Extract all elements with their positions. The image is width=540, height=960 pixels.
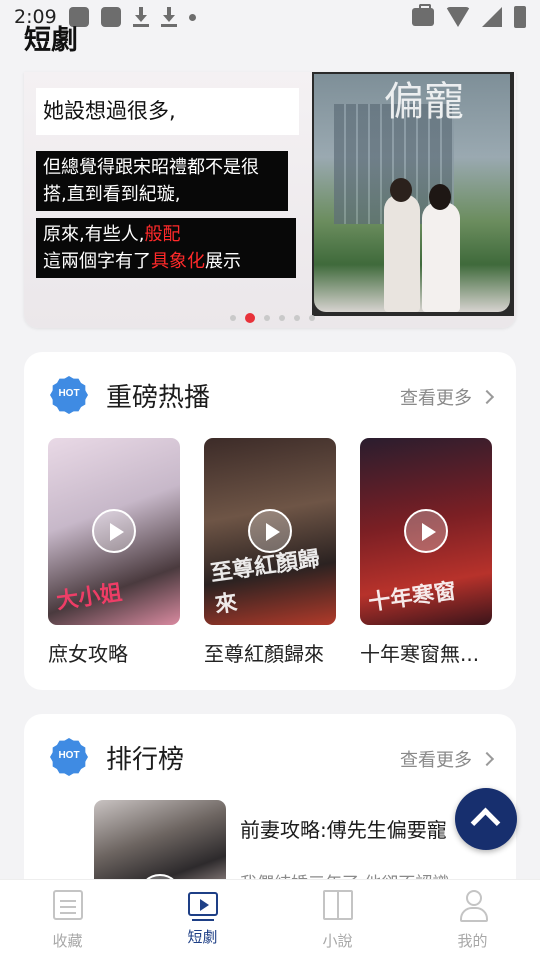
poster-calligraphy: 偏寵 (384, 79, 464, 125)
download-icon (132, 7, 149, 27)
bottom-navigation: 收藏 短劇 小說 我的 (0, 879, 540, 960)
drama-card[interactable]: 十年寒窗 十年寒窗無... (360, 438, 492, 667)
view-more-link[interactable]: 查看更多 (400, 746, 495, 772)
drama-title[interactable]: 庶女攻略 (48, 638, 180, 667)
nav-item-profile[interactable]: 我的 (405, 880, 540, 960)
wifi-icon (446, 7, 470, 27)
status-icons (412, 4, 526, 28)
caption-text: 展示 (205, 251, 241, 272)
drama-thumbnail[interactable]: 十年寒窗 (360, 438, 492, 625)
chevron-right-icon (479, 751, 495, 767)
drama-thumbnail[interactable]: 至尊紅顏歸來 (204, 438, 336, 625)
banner-caption-3: 原來,有些人,般配 這兩個字有了具象化展示 (36, 218, 296, 278)
drama-title[interactable]: 十年寒窗無... (360, 638, 492, 667)
chevron-right-icon (479, 389, 495, 405)
banner-poster-image: 偏寵 (314, 74, 510, 312)
caption-highlight: 具象化 (151, 251, 205, 272)
hot-badge-icon: HOT (50, 376, 88, 414)
drama-title[interactable]: 至尊紅顏歸來 (204, 638, 336, 667)
thumbnail-title-art: 大小姐 (54, 579, 124, 615)
caption-text: 這兩個字有了 (43, 251, 151, 272)
page-title: 短劇 (24, 25, 78, 56)
thumbnail-title-art: 十年寒窗 (366, 577, 458, 616)
work-profile-icon (412, 4, 434, 26)
scroll-to-top-button[interactable] (455, 788, 517, 850)
hot-badge-icon: HOT (50, 738, 88, 776)
video-icon (187, 892, 218, 921)
carousel-pagination (230, 313, 315, 323)
hot-badge-label: HOT (58, 388, 80, 399)
section-title: 重磅热播 (106, 382, 211, 413)
banner-caption-1: 她設想過很多, (36, 88, 299, 135)
nav-item-favorites[interactable]: 收藏 (0, 880, 135, 960)
carousel-dot[interactable] (294, 315, 300, 321)
caption-text: 原來,有些人, (43, 224, 145, 245)
download-icon-2 (160, 7, 177, 27)
book-icon (322, 890, 353, 920)
nav-label: 收藏 (52, 932, 83, 950)
carousel-dot[interactable] (264, 315, 270, 321)
view-more-label: 查看更多 (400, 388, 472, 409)
carousel-dot[interactable] (279, 315, 285, 321)
nav-label: 短劇 (187, 928, 218, 946)
play-icon[interactable] (92, 509, 136, 553)
carousel-dot[interactable] (309, 315, 315, 321)
drama-card[interactable]: 大小姐 庶女攻略 (48, 438, 180, 667)
view-more-link[interactable]: 查看更多 (400, 384, 495, 410)
nav-label: 我的 (457, 932, 488, 950)
drama-thumbnail[interactable]: 大小姐 (48, 438, 180, 625)
section-title: 排行榜 (106, 744, 185, 775)
section-header: HOT 重磅热播 (50, 376, 210, 414)
banner-carousel[interactable]: 她設想過很多, 但總覺得跟宋昭禮都不是很搭,直到看到紀璇, 原來,有些人,般配 … (24, 72, 516, 328)
nav-item-short-drama[interactable]: 短劇 (135, 880, 270, 960)
banner-poster[interactable]: 偏寵 (312, 72, 514, 316)
play-icon[interactable] (404, 509, 448, 553)
drama-list: 大小姐 庶女攻略 至尊紅顏歸來 至尊紅顏歸來 十年寒窗 十年寒窗無... (48, 438, 492, 667)
caption-highlight: 般配 (144, 224, 181, 245)
carousel-dot-active[interactable] (245, 313, 255, 323)
hot-section: HOT 重磅热播 查看更多 大小姐 庶女攻略 至尊紅顏歸來 至尊紅顏歸來 十年寒… (24, 352, 516, 690)
hot-badge-label: HOT (58, 750, 80, 761)
view-more-label: 查看更多 (400, 750, 472, 771)
status-bar: 2:09 (0, 0, 540, 34)
battery-icon (514, 6, 526, 28)
list-icon (52, 890, 83, 920)
notification-app-icon-2 (100, 7, 121, 27)
more-notifications-dot-icon (188, 13, 196, 21)
drama-card[interactable]: 至尊紅顏歸來 至尊紅顏歸來 (204, 438, 336, 667)
signal-icon (482, 7, 502, 27)
user-icon (458, 890, 488, 922)
ranking-title[interactable]: 前妻攻略:傅先生偏要寵 (240, 814, 480, 843)
banner-caption-2: 但總覺得跟宋昭禮都不是很搭,直到看到紀璇, (36, 151, 288, 211)
nav-label: 小說 (322, 932, 353, 950)
carousel-dot[interactable] (230, 315, 236, 321)
play-icon[interactable] (248, 509, 292, 553)
nav-item-novel[interactable]: 小說 (270, 880, 405, 960)
section-header: HOT 排行榜 (50, 738, 184, 776)
